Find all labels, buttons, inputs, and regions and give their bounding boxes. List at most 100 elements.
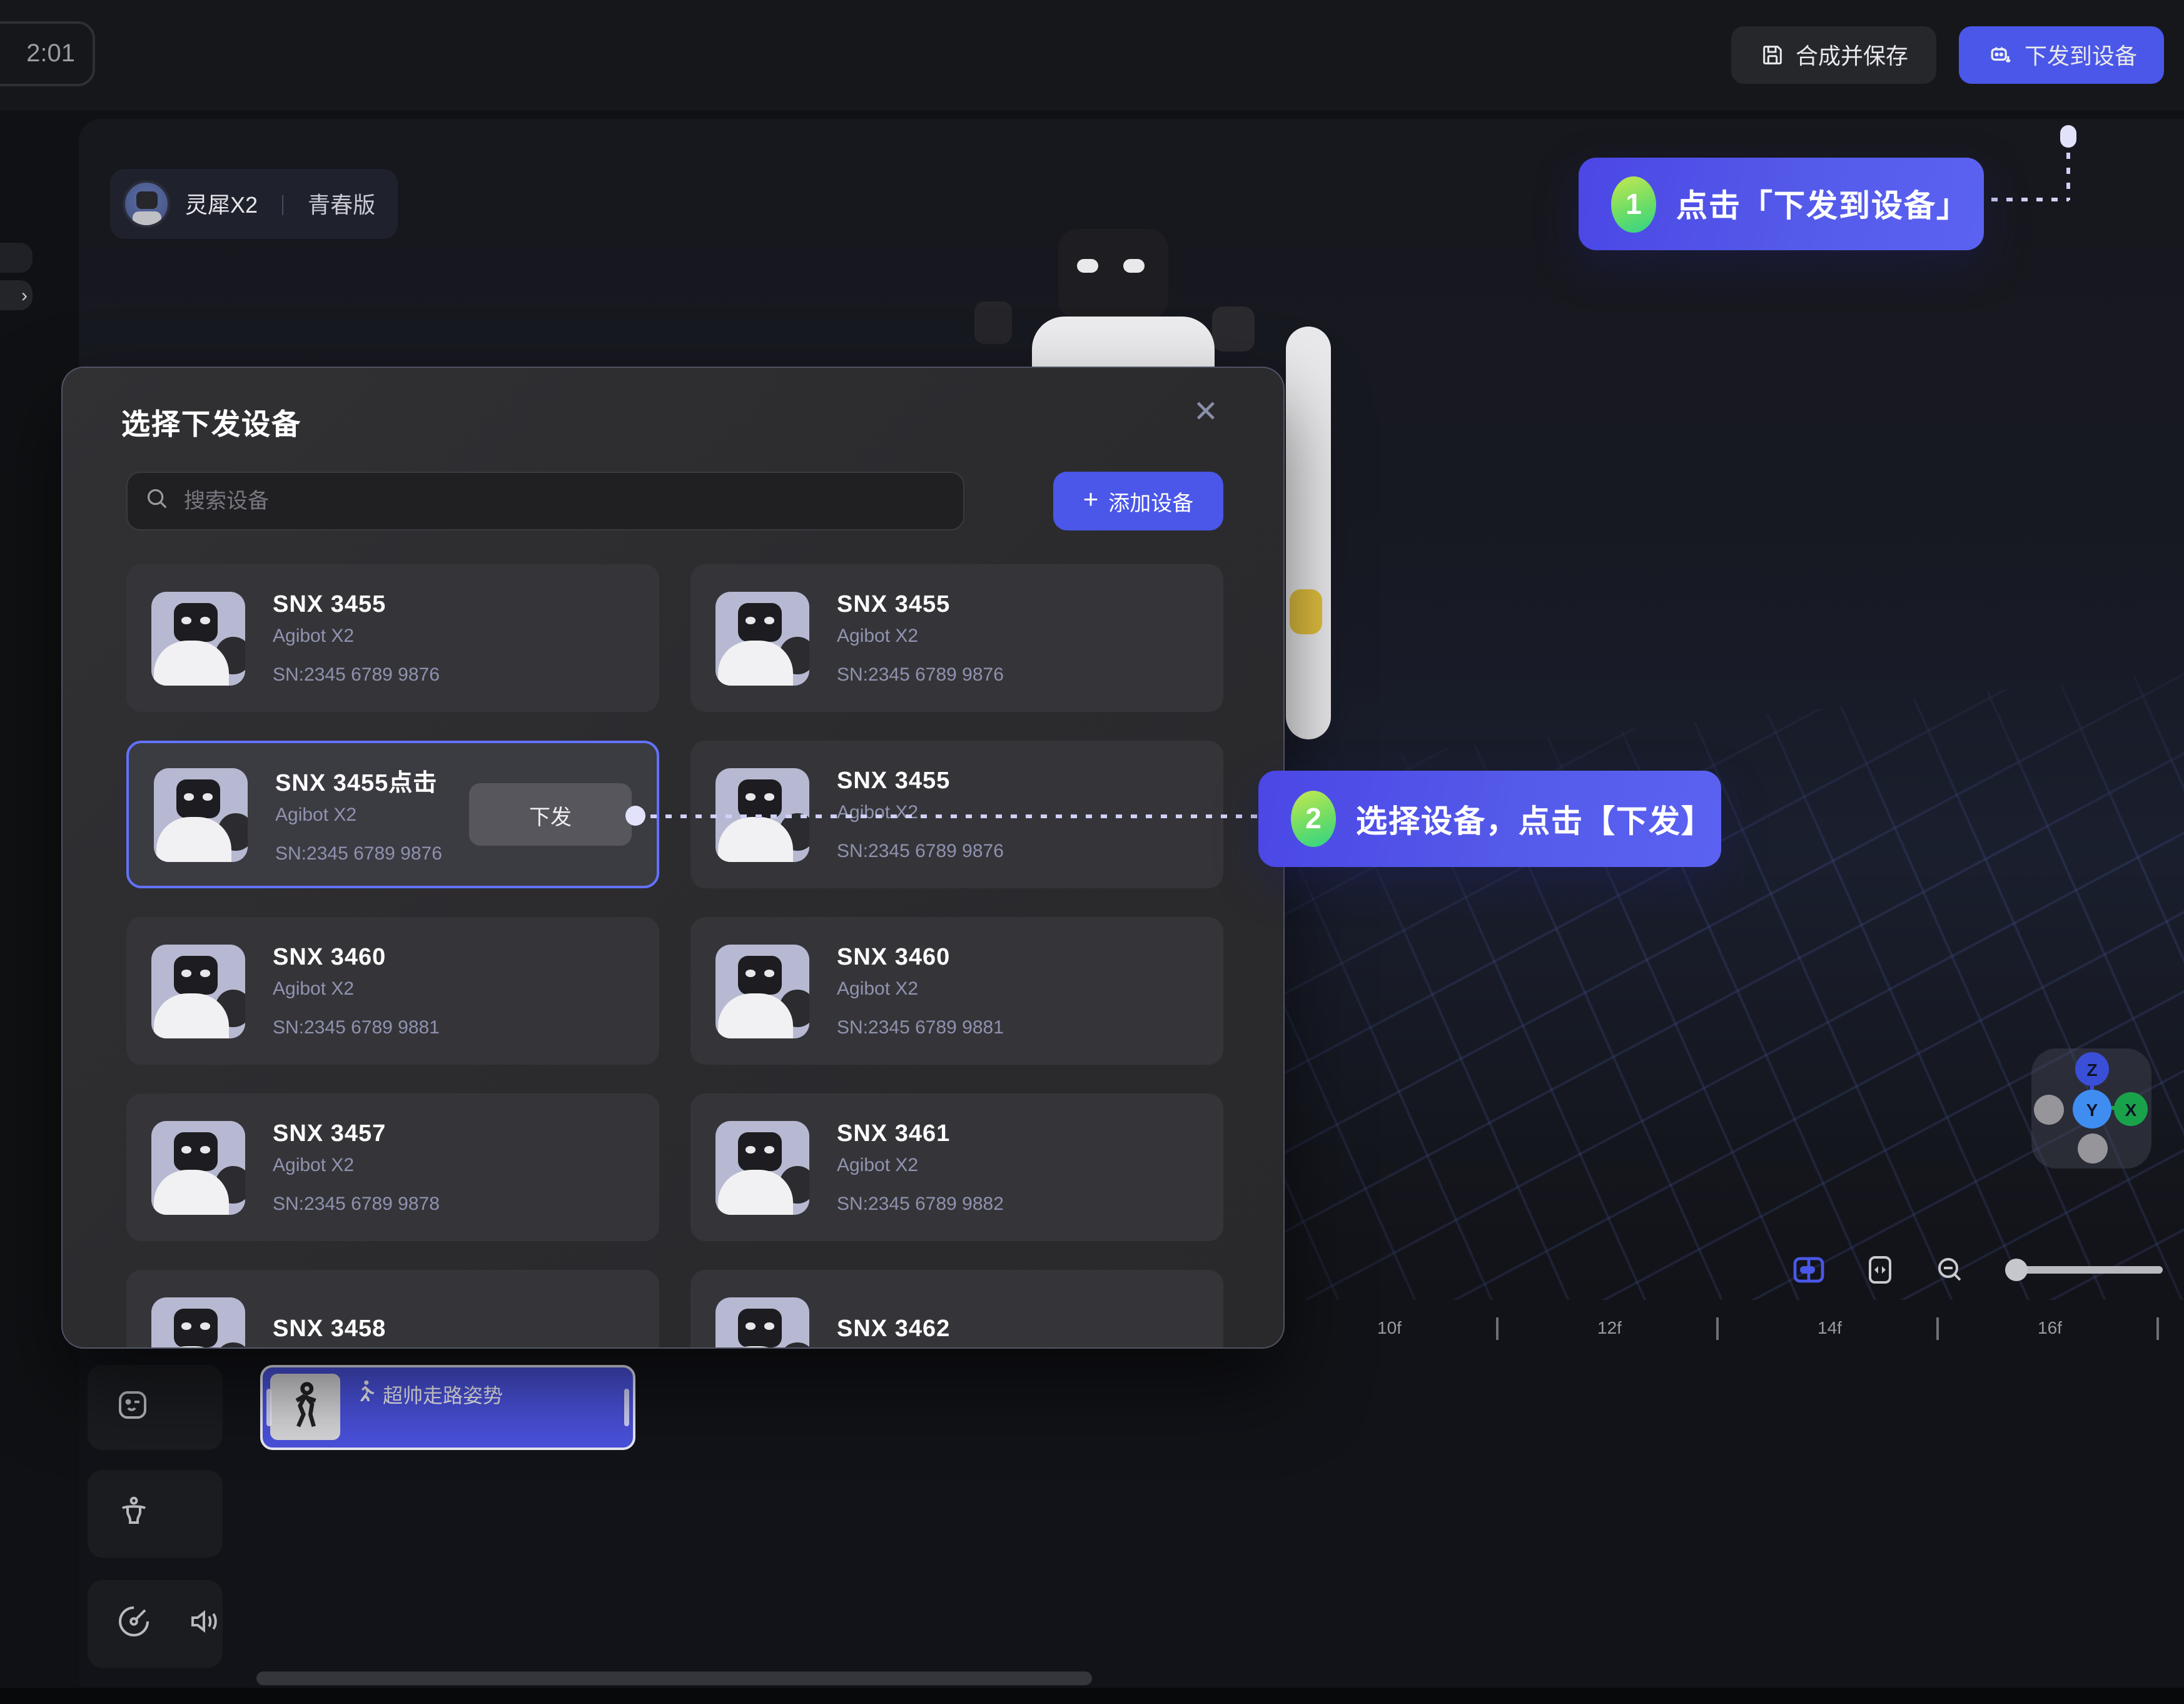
sidebar-thumbnail-stub[interactable] — [0, 488, 33, 545]
save-button-label: 合成并保存 — [1796, 39, 1908, 71]
audio-track-icon[interactable] — [186, 1603, 221, 1645]
face-track-icon — [116, 1388, 149, 1427]
add-track-icon[interactable] — [1792, 1255, 1825, 1285]
axis-z-button[interactable]: Z — [2075, 1052, 2109, 1086]
device-avatar — [715, 591, 809, 685]
plus-icon: + — [1083, 487, 1099, 513]
robot-eye — [1077, 259, 1098, 273]
sidebar-collapse-button[interactable]: › — [0, 280, 33, 310]
device-card[interactable]: SNX 3457 Agibot X2 SN:2345 6789 9878 — [126, 1093, 659, 1241]
search-input[interactable] — [181, 487, 946, 515]
device-card[interactable]: SNX 3461 Agibot X2 SN:2345 6789 9882 — [690, 1093, 1223, 1241]
horizontal-scrollbar[interactable] — [256, 1671, 1092, 1685]
device-name: SNX 3457 — [273, 1120, 440, 1148]
deploy-device-button[interactable]: 下发 — [469, 783, 632, 846]
device-info: SNX 3458 Agibot X2 — [273, 1316, 386, 1349]
axis-negative-z[interactable] — [2078, 1133, 2108, 1164]
select-device-modal: 选择下发设备 ✕ + 添加设备 SNX 3455 Agibot X2 SN:23… — [61, 367, 1285, 1349]
device-card-selected[interactable]: SNX 3455点击 Agibot X2 SN:2345 6789 9876 下… — [126, 741, 659, 888]
robot-eye — [1123, 259, 1145, 273]
robot-avatar-shoulder — [779, 1342, 809, 1349]
body-track-icon — [116, 1493, 151, 1534]
connector-dot — [2060, 125, 2076, 148]
device-info: SNX 3461 Agibot X2 SN:2345 6789 9882 — [837, 1120, 1004, 1214]
device-card-partial[interactable]: SNX 3458 Agibot X2 — [126, 1270, 659, 1349]
device-card[interactable]: SNX 3455 Agibot X2 SN:2345 6789 9876 — [690, 564, 1223, 712]
device-avatar — [151, 944, 245, 1038]
device-info: SNX 3455 Agibot X2 SN:2345 6789 9876 — [273, 591, 440, 685]
ruler-label: 16f — [2038, 1317, 2062, 1337]
fit-clip-icon[interactable] — [1868, 1255, 1893, 1285]
duration-chip[interactable]: 2:01 — [0, 21, 95, 86]
device-model: Agibot X2 — [275, 804, 442, 826]
device-model: Agibot X2 — [273, 625, 440, 646]
device-name: SNX 3461 — [837, 1120, 1004, 1148]
robot-deploy-icon — [1986, 41, 2013, 69]
device-name: SNX 3458 — [273, 1316, 386, 1344]
deploy-to-device-button[interactable]: 下发到设备 — [1959, 26, 2164, 84]
device-model: Agibot X2 — [837, 978, 1004, 999]
device-card[interactable]: SNX 3455 Agibot X2 SN:2345 6789 9876 — [126, 564, 659, 712]
speed-track-icon[interactable] — [116, 1603, 151, 1645]
save-icon — [1759, 43, 1784, 68]
robot-head — [1058, 229, 1168, 319]
track-motion-audio[interactable] — [88, 1580, 223, 1668]
timeline-panel: 10f 12f 14f 16f 超帅走路姿势 — [79, 1300, 2184, 1688]
model-chip-divider: ｜ — [273, 189, 293, 219]
device-info: SNX 3455点击 Agibot X2 SN:2345 6789 9876 — [275, 764, 442, 865]
device-name: SNX 3455 — [273, 591, 440, 619]
axis-y-button[interactable]: Y — [2073, 1090, 2111, 1128]
slider-knob[interactable] — [2005, 1259, 2028, 1281]
track-posture[interactable] — [88, 1470, 223, 1558]
device-card-partial[interactable]: SNX 3462 Agibot X2 — [690, 1270, 1223, 1349]
clip-trim-handle-left[interactable] — [266, 1389, 271, 1426]
save-button[interactable]: 合成并保存 — [1731, 26, 1936, 84]
robot-avatar-body — [717, 1346, 792, 1349]
sidebar-thumbnail-stub[interactable] — [0, 323, 33, 385]
axis-z-label: Z — [2086, 1059, 2097, 1079]
ruler-label: 14f — [1817, 1317, 1842, 1337]
step-1-badge: 1 — [1611, 176, 1656, 232]
timeline-clip[interactable]: 超帅走路姿势 — [260, 1365, 635, 1450]
device-search-box[interactable] — [126, 472, 964, 530]
tutorial-step-1: 1 点击「下发到设备」 — [1579, 158, 1984, 250]
clip-trim-handle-right[interactable] — [624, 1389, 629, 1426]
ruler-tick — [1716, 1317, 1719, 1340]
add-device-button[interactable]: + 添加设备 — [1053, 472, 1223, 530]
device-serial: SN:2345 6789 9876 — [837, 840, 1004, 861]
robot-arm — [1286, 327, 1331, 739]
model-edition: 青春版 — [308, 188, 375, 220]
device-avatar — [715, 1297, 809, 1349]
robot-avatar-head — [174, 1308, 217, 1347]
model-avatar-body — [133, 211, 161, 226]
device-card-grid: SNX 3455 Agibot X2 SN:2345 6789 9876 SNX… — [126, 564, 1225, 1349]
axis-x-button[interactable]: X — [2114, 1092, 2148, 1126]
tutorial-step-2: 2 选择设备，点击【下发】 — [1258, 771, 1721, 867]
device-serial: SN:2345 6789 9881 — [837, 1017, 1004, 1038]
sidebar-thumbnail-stub[interactable] — [0, 408, 33, 468]
device-avatar — [151, 1120, 245, 1214]
device-serial: SN:2345 6789 9882 — [837, 1193, 1004, 1214]
app-root: 2:01 合成并保存 下发到设备 › 灵犀X2 ｜ 青春版 — [0, 0, 2184, 1704]
track-expression[interactable] — [88, 1365, 223, 1450]
device-card[interactable]: SNX 3460 Agibot X2 SN:2345 6789 9881 — [690, 917, 1223, 1065]
clip-label-row: 超帅走路姿势 — [355, 1379, 503, 1409]
device-model: Agibot X2 — [837, 625, 1004, 646]
robot-ear-right — [1212, 307, 1255, 352]
axis-gizmo[interactable]: Z X Y — [2031, 1048, 2151, 1169]
device-name: SNX 3460 — [837, 944, 1004, 971]
axis-negative-x[interactable] — [2034, 1095, 2064, 1125]
close-icon[interactable]: ✕ — [1193, 398, 1218, 428]
device-card[interactable]: SNX 3460 Agibot X2 SN:2345 6789 9881 — [126, 917, 659, 1065]
device-serial: SN:2345 6789 9876 — [273, 664, 440, 685]
clip-thumbnail — [270, 1374, 340, 1440]
zoom-out-icon[interactable] — [1935, 1255, 1965, 1285]
walking-icon — [355, 1380, 374, 1407]
device-avatar — [715, 1120, 809, 1214]
timeline-zoom-slider[interactable] — [2008, 1266, 2163, 1274]
robot-avatar-head — [738, 1308, 781, 1347]
device-model: Agibot X2 — [273, 1154, 440, 1175]
robot-avatar-head — [174, 602, 217, 642]
model-chip[interactable]: 灵犀X2 ｜ 青春版 — [110, 169, 398, 239]
device-model: Agibot X2 — [837, 1154, 1004, 1175]
